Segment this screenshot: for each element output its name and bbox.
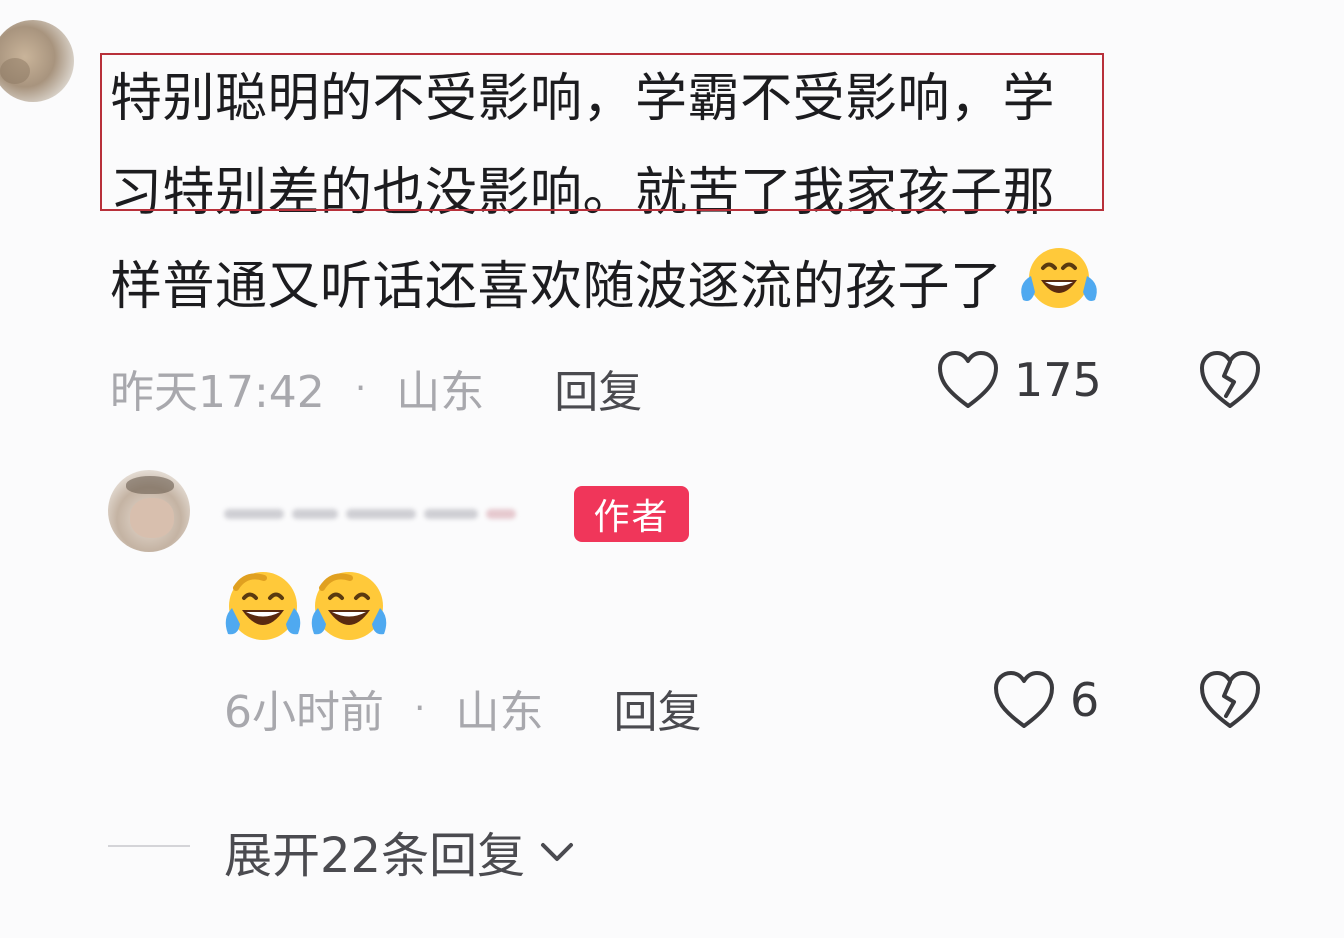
meta-separator: · [414, 687, 426, 729]
reply-meta: 6小时前 · 山东 回复 [224, 676, 701, 740]
heart-icon[interactable] [992, 670, 1056, 730]
comment-timestamp: 昨天17:42 [110, 367, 325, 418]
laughing-crying-emoji-icon [222, 568, 308, 648]
reply-location: 山东 [455, 687, 544, 738]
comment-body: 特别聪明的不受影响，学霸不受影响，学 习特别差的也没影响。就苦了我家孩子那 样普通又… [110, 52, 1270, 342]
expand-replies-label: 展开22条回复 [224, 828, 526, 884]
comment-dislike-button[interactable] [1198, 350, 1262, 410]
comment-like-count: 175 [1014, 353, 1102, 407]
meta-separator: · [354, 367, 367, 409]
reply-author-avatar[interactable] [108, 470, 190, 552]
heart-icon[interactable] [936, 350, 1000, 410]
comment-meta: 昨天17:42 · 山东 回复 [110, 356, 642, 420]
reply-reply-button[interactable]: 回复 [613, 676, 701, 740]
comment-reply-button[interactable]: 回复 [554, 356, 642, 420]
comment-text-line-1: 特别聪明的不受影响，学霸不受影响，学 [110, 69, 1056, 129]
reply-like-count: 6 [1070, 673, 1100, 727]
expand-replies-button[interactable]: 展开22条回复 [224, 816, 577, 886]
reply-like-button[interactable]: 6 [992, 670, 1099, 730]
reply-dislike-button[interactable] [1198, 670, 1262, 730]
laughing-crying-emoji-icon [1013, 242, 1105, 342]
commenter-avatar[interactable] [0, 20, 74, 102]
broken-heart-icon[interactable] [1198, 350, 1262, 410]
chevron-down-icon [525, 823, 577, 879]
laughing-crying-emoji-icon [308, 568, 394, 648]
reply-author-name-redacted[interactable] [224, 490, 554, 538]
expand-divider [108, 845, 190, 847]
author-badge: 作者 [574, 486, 689, 542]
comment-location: 山东 [396, 367, 485, 418]
comment-text-line-3: 样普通又听话还喜欢随波逐流的孩子了 [110, 257, 1003, 317]
reply-body [222, 568, 394, 648]
comment-like-button[interactable]: 175 [936, 350, 1102, 410]
broken-heart-icon[interactable] [1198, 670, 1262, 730]
comment-text-line-2: 习特别差的也没影响。就苦了我家孩子那 [110, 163, 1056, 223]
reply-timestamp: 6小时前 [224, 687, 384, 738]
